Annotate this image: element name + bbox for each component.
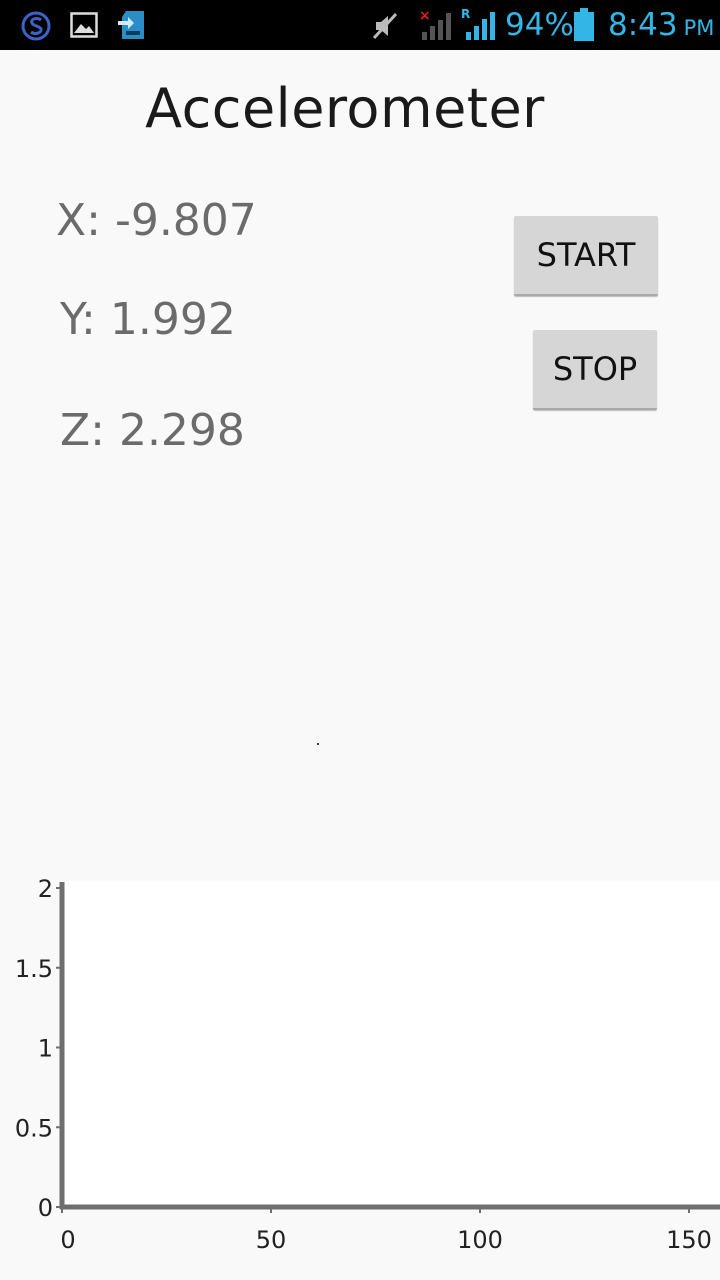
stop-button[interactable]: STOP — [533, 330, 657, 410]
sd-card-install-icon — [118, 11, 144, 39]
y-tick-label: 1 — [38, 1035, 53, 1063]
svg-text:×: × — [419, 8, 431, 24]
x-tick-label: 50 — [256, 1226, 287, 1254]
x-tick-label: 100 — [457, 1226, 503, 1254]
clock-time: 8:43 — [608, 7, 678, 43]
y-tick-label: 0.5 — [15, 1114, 53, 1142]
y-tick-label: 1.5 — [15, 955, 53, 983]
clock-ampm: PM — [683, 16, 715, 40]
x-tick-label: 0 — [60, 1226, 75, 1254]
x-reading: X: -9.807 — [56, 195, 257, 246]
y-reading: Y: 1.992 — [60, 294, 236, 345]
battery-percent: 94% — [505, 7, 574, 43]
z-reading: Z: 2.298 — [60, 405, 245, 456]
sync-s-icon — [21, 11, 51, 41]
status-bar: × R 94% 8:43 PM — [0, 0, 720, 50]
no-signal-sim1-icon: × — [419, 8, 451, 40]
x-tick-label: 150 — [666, 1226, 712, 1254]
start-button[interactable]: START — [514, 216, 658, 296]
y-tick-label: 0 — [38, 1194, 53, 1222]
y-tick-label: 2 — [38, 875, 53, 903]
chart-plot-area — [62, 881, 720, 1206]
stray-dot — [317, 743, 319, 745]
roaming-flag: R — [461, 7, 470, 21]
roaming-signal-icon: R — [461, 7, 495, 40]
status-clock: 8:43 PM — [608, 6, 714, 47]
app-title: Accelerometer — [145, 77, 545, 140]
mute-icon — [372, 12, 398, 40]
battery-icon — [574, 8, 594, 41]
gallery-icon — [70, 12, 98, 38]
accel-chart: 00.511.52050100150200 — [15, 875, 720, 1254]
